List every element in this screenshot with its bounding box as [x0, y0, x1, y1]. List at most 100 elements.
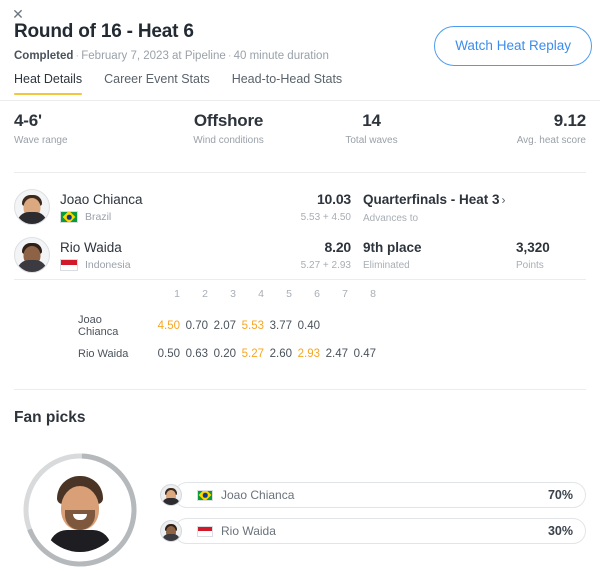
athlete-score: 8.20 5.27 + 2.93 [259, 239, 352, 271]
watch-heat-replay-button[interactable]: Watch Heat Replay [434, 26, 592, 66]
indonesia-flag-icon [197, 525, 213, 537]
wave-score: 0.40 [297, 320, 320, 332]
stat-value: 9.12 [553, 111, 586, 130]
table-row[interactable]: Joao Chianca Brazil 10.03 5.53 + 4.50 Qu… [14, 183, 586, 231]
avatar [14, 189, 50, 225]
fan-pick-bar[interactable]: Rio Waida 30% [174, 518, 586, 544]
wave-score: 5.53 [241, 320, 264, 332]
stat-value: Offshore [193, 111, 264, 130]
wave-score: 3.77 [269, 320, 292, 332]
wave-score [348, 309, 376, 343]
wave-col-6: 6 [314, 288, 320, 300]
wave-row-label: Joao Chianca [78, 314, 119, 338]
athlete-identity: Joao Chianca Brazil [14, 189, 259, 225]
tab-divider [0, 99, 600, 101]
fan-pick-percent: 30% [547, 524, 573, 538]
avatar [160, 520, 182, 542]
stat-label: Total waves [345, 135, 398, 146]
wave-score: 0.50 [157, 348, 180, 360]
wave-score: 0.20 [213, 348, 236, 360]
fan-picks-list: Joao Chianca 70% Rio Waida 30% [160, 482, 586, 554]
conditions-summary: 4-6' Wave range Offshore Wind conditions… [0, 110, 600, 146]
wave-score: 0.63 [185, 348, 208, 360]
wave-row-label: Rio Waida [78, 348, 129, 360]
tab-career-event-stats[interactable]: Career Event Stats [104, 72, 210, 95]
fan-pick-leader-photo [38, 468, 122, 552]
tab-bar: Heat Details Career Event Stats Head-to-… [0, 72, 600, 95]
stat-value: 14 [362, 111, 381, 130]
wave-score: 4.50 [157, 320, 180, 332]
avatar [14, 237, 50, 273]
wave-col-7: 7 [342, 288, 348, 300]
heat-header: Round of 16 - Heat 6 Completed · February … [0, 20, 600, 66]
athlete-name-block: Rio Waida Indonesia [60, 239, 131, 271]
wave-scores-table: 1 2 3 4 5 6 7 8 Joao Chianca 4.50 0.70 2… [0, 288, 600, 365]
fan-picks-title: Fan picks [14, 409, 86, 426]
wave-header-row: 1 2 3 4 5 6 7 8 [78, 288, 376, 309]
wave-score [320, 309, 348, 343]
brazil-flag-icon [197, 489, 213, 501]
result-link[interactable]: Quarterfinals - Heat 3 › [363, 191, 516, 209]
wave-score: 5.27 [241, 348, 264, 360]
status-badge: Completed [14, 50, 74, 62]
stat-value: 4-6' [14, 111, 42, 130]
heat-duration: 40 minute duration [233, 50, 329, 62]
wave-score: 2.93 [297, 348, 320, 360]
divider-fan-picks [14, 389, 586, 390]
wave-col-8: 8 [370, 288, 376, 300]
list-item[interactable]: Joao Chianca 70% [160, 482, 586, 508]
athlete-points [516, 205, 586, 209]
wave-col-5: 5 [286, 288, 292, 300]
wave-score: 2.60 [269, 348, 292, 360]
heat-score: 10.03 [316, 191, 351, 207]
points-label: Points [516, 260, 544, 271]
stat-wind-conditions: Offshore Wind conditions [157, 110, 300, 146]
points-value: 3,320 [516, 240, 550, 255]
wave-col-3: 3 [230, 288, 236, 300]
fan-pick-bar[interactable]: Joao Chianca 70% [174, 482, 586, 508]
result-text: 9th place [363, 240, 422, 255]
stat-label: Wind conditions [193, 135, 264, 146]
stat-avg-heat-score: 9.12 Avg. heat score [443, 110, 587, 146]
athlete-identity: Rio Waida Indonesia [14, 237, 259, 273]
wave-score: 0.70 [185, 320, 208, 332]
athlete-results-list: Joao Chianca Brazil 10.03 5.53 + 4.50 Qu… [0, 183, 600, 279]
athlete-result[interactable]: Quarterfinals - Heat 3 › Advances to [351, 191, 516, 224]
avatar [160, 484, 182, 506]
result-text: Quarterfinals - Heat 3 [363, 191, 500, 207]
wave-col-1: 1 [174, 288, 180, 300]
athlete-country: Brazil [60, 211, 143, 223]
divider-athletes [14, 279, 586, 280]
heat-score: 8.20 [324, 239, 352, 255]
wave-score: 0.47 [353, 348, 376, 360]
result-sub: Advances to [363, 212, 419, 224]
heat-date-location: February 7, 2023 at Pipeline [81, 50, 226, 62]
meta-separator-2: · [227, 50, 232, 62]
result-sub: Eliminated [363, 260, 410, 271]
athlete-result: 9th place Eliminated [351, 239, 516, 271]
wave-header-blank [78, 288, 152, 309]
list-item[interactable]: Rio Waida 30% [160, 518, 586, 544]
athlete-country: Indonesia [60, 259, 131, 271]
wave-col-2: 2 [202, 288, 208, 300]
table-row: Rio Waida 0.50 0.63 0.20 5.27 2.60 2.93 … [78, 343, 376, 365]
athlete-name-block: Joao Chianca Brazil [60, 191, 143, 223]
indonesia-flag-icon [60, 259, 78, 271]
table-row: Joao Chianca 4.50 0.70 2.07 5.53 3.77 0.… [78, 309, 376, 343]
athlete-name: Joao Chianca [60, 192, 143, 207]
score-breakdown: 5.53 + 4.50 [300, 212, 351, 223]
divider-conditions [14, 172, 586, 173]
fan-picks-donut-chart [20, 450, 140, 571]
fan-pick-name: Rio Waida [221, 524, 276, 538]
stat-total-waves: 14 Total waves [300, 110, 443, 146]
table-row[interactable]: Rio Waida Indonesia 8.20 5.27 + 2.93 9th… [14, 231, 586, 279]
chevron-right-icon: › [501, 192, 506, 207]
stat-label: Avg. heat score [516, 135, 586, 146]
wave-col-4: 4 [258, 288, 264, 300]
country-label: Brazil [85, 211, 112, 223]
fan-pick-name: Joao Chianca [221, 488, 295, 502]
tab-heat-details[interactable]: Heat Details [14, 72, 83, 95]
stat-wave-range: 4-6' Wave range [14, 110, 157, 146]
tab-head-to-head-stats[interactable]: Head-to-Head Stats [232, 72, 342, 95]
athlete-points: 3,320 Points [516, 239, 586, 271]
